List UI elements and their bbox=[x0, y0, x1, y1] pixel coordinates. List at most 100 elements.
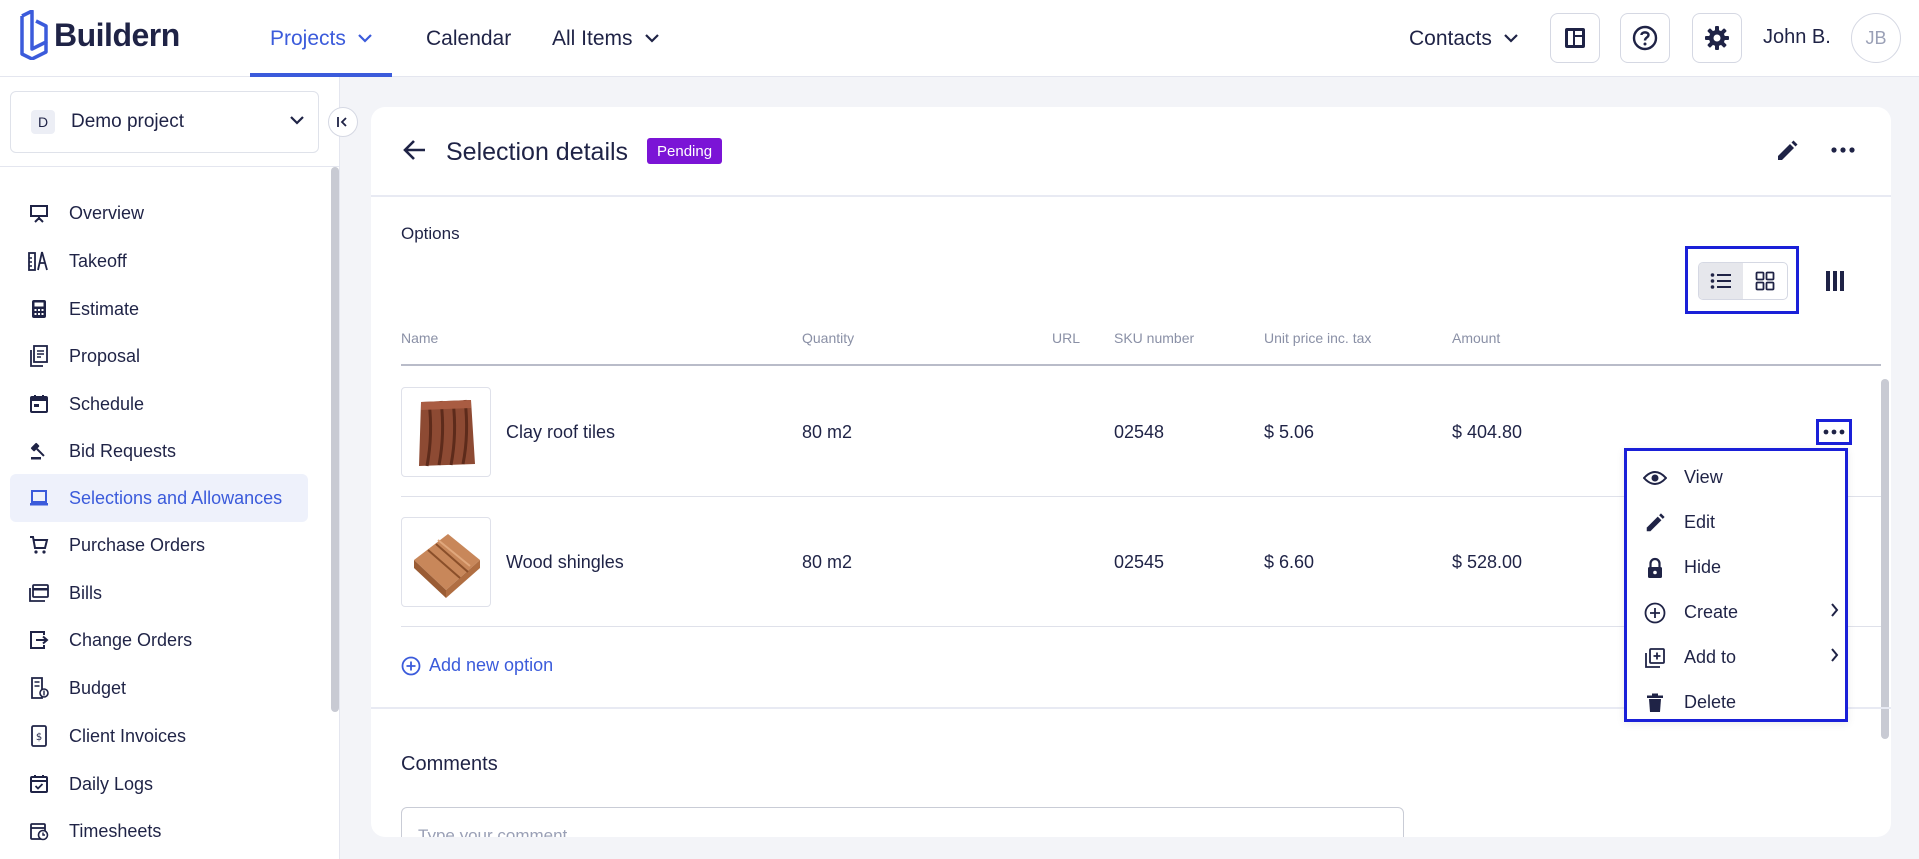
wood-shingles-image bbox=[414, 534, 480, 598]
top-navbar: Buildern Projects Calendar All Items Con… bbox=[0, 0, 1919, 77]
table-header-divider bbox=[401, 364, 1881, 366]
add-new-option-button[interactable]: Add new option bbox=[401, 655, 553, 676]
presentation-icon bbox=[28, 202, 50, 224]
product-thumbnail[interactable] bbox=[401, 387, 491, 477]
project-badge: D bbox=[31, 110, 55, 134]
option-unit-price: $ 6.60 bbox=[1264, 552, 1315, 572]
nav-contacts[interactable]: Contacts bbox=[1409, 0, 1518, 77]
buildern-logo[interactable]: Buildern bbox=[18, 10, 180, 60]
menu-item-label: Delete bbox=[1684, 692, 1737, 712]
more-horizontal-icon bbox=[1823, 429, 1845, 435]
edit-button[interactable] bbox=[1775, 139, 1799, 168]
sidebar-item-takeoff[interactable]: Takeoff bbox=[10, 237, 308, 285]
sidebar-item-label: Takeoff bbox=[69, 250, 127, 271]
change-orders-icon bbox=[28, 629, 50, 651]
project-name: Demo project bbox=[71, 111, 184, 132]
cart-icon bbox=[28, 534, 50, 556]
menu-item-create[interactable]: Create bbox=[1627, 590, 1845, 635]
nav-calendar[interactable]: Calendar bbox=[426, 0, 511, 77]
product-thumbnail[interactable] bbox=[401, 517, 491, 607]
sidebar-item-schedule[interactable]: Schedule bbox=[10, 380, 308, 428]
settings-button[interactable] bbox=[1692, 13, 1742, 63]
option-sku: 02545 bbox=[1114, 552, 1165, 572]
sidebar-item-label: Estimate bbox=[69, 298, 140, 319]
logo-icon bbox=[20, 10, 48, 60]
option-unit-price: $ 5.06 bbox=[1264, 422, 1315, 442]
comment-placeholder: Type your comment bbox=[418, 826, 568, 837]
pencil-icon bbox=[1778, 140, 1798, 160]
back-button[interactable] bbox=[403, 139, 427, 166]
column-header-amount[interactable]: Amount bbox=[1452, 330, 1500, 346]
sidebar-item-timesheets[interactable]: Timesheets bbox=[10, 807, 308, 855]
sidebar-divider bbox=[0, 166, 340, 167]
sidebar-item-change-orders[interactable]: Change Orders bbox=[10, 616, 308, 664]
collapse-icon bbox=[337, 117, 347, 127]
list-view-button[interactable] bbox=[1699, 263, 1743, 299]
chevron-right-icon bbox=[1830, 648, 1839, 667]
budget-icon bbox=[28, 677, 50, 699]
option-sku: 02548 bbox=[1114, 422, 1165, 442]
sidebar-item-label: Proposal bbox=[69, 345, 141, 366]
chevron-right-icon bbox=[1830, 603, 1839, 622]
columns-button[interactable] bbox=[1825, 270, 1845, 297]
sidebar-item-budget[interactable]: Budget bbox=[10, 664, 308, 712]
view-toggle-highlight bbox=[1685, 246, 1799, 314]
sidebar-item-label: Bid Requests bbox=[69, 440, 177, 461]
column-header-sku[interactable]: SKU number bbox=[1114, 330, 1194, 346]
menu-item-hide[interactable]: Hide bbox=[1627, 545, 1845, 590]
grid-view-button[interactable] bbox=[1743, 263, 1787, 299]
scrollbar-thumb[interactable] bbox=[1881, 379, 1889, 739]
more-options-button[interactable] bbox=[1831, 141, 1855, 159]
columns-icon bbox=[1826, 271, 1844, 291]
sidebar-item-overview[interactable]: Overview bbox=[10, 189, 308, 237]
collapse-sidebar-button[interactable] bbox=[328, 107, 358, 137]
nav-contacts-label: Contacts bbox=[1409, 26, 1492, 50]
column-header-name[interactable]: Name bbox=[401, 330, 438, 346]
plus-circle-icon bbox=[401, 656, 421, 675]
plus-circle-icon bbox=[1643, 601, 1667, 625]
status-badge: Pending bbox=[647, 138, 723, 164]
avatar-initials: JB bbox=[1865, 27, 1887, 48]
pencil-icon bbox=[1643, 511, 1667, 535]
help-button[interactable] bbox=[1620, 13, 1670, 63]
sidebar-item-selections[interactable]: Selections and Allowances bbox=[10, 474, 308, 522]
row-more-button[interactable] bbox=[1816, 419, 1852, 445]
settings-icon bbox=[1705, 26, 1729, 50]
sidebar-item-bills[interactable]: Bills bbox=[10, 569, 308, 617]
column-header-quantity[interactable]: Quantity bbox=[802, 330, 854, 346]
sidebar-scrollbar[interactable] bbox=[331, 167, 339, 712]
chevron-down-icon bbox=[644, 34, 659, 43]
sidebar-item-label: Overview bbox=[69, 202, 145, 223]
sidebar-item-bid-requests[interactable]: Bid Requests bbox=[10, 427, 308, 475]
user-name[interactable]: John B. bbox=[1763, 26, 1831, 49]
option-name: Wood shingles bbox=[506, 552, 624, 572]
dashboard-button[interactable] bbox=[1550, 13, 1600, 63]
sidebar-item-client-invoices[interactable]: $ Client Invoices bbox=[10, 712, 308, 760]
dashboard-icon bbox=[1565, 28, 1585, 48]
menu-item-label: Hide bbox=[1684, 557, 1722, 577]
sidebar-item-label: Bills bbox=[69, 582, 103, 603]
sidebar-item-daily-logs[interactable]: Daily Logs bbox=[10, 760, 308, 808]
nav-all-items[interactable]: All Items bbox=[552, 0, 659, 77]
comment-input[interactable]: Type your comment bbox=[401, 807, 1404, 837]
menu-item-add-to[interactable]: Add to bbox=[1627, 635, 1845, 680]
column-header-unit-price[interactable]: Unit price inc. tax bbox=[1264, 330, 1371, 346]
help-icon bbox=[1632, 25, 1658, 51]
menu-item-edit[interactable]: Edit bbox=[1627, 500, 1845, 545]
menu-item-delete[interactable]: Delete bbox=[1627, 680, 1845, 725]
avatar[interactable]: JB bbox=[1851, 13, 1901, 63]
sidebar: D Demo project Overview Takeoff Estimate… bbox=[0, 77, 340, 859]
sidebar-item-purchase-orders[interactable]: Purchase Orders bbox=[10, 521, 308, 569]
card-header: Selection details Pending bbox=[371, 107, 1891, 197]
sidebar-item-estimate[interactable]: Estimate bbox=[10, 285, 308, 333]
comments-title: Comments bbox=[401, 753, 498, 775]
menu-item-view[interactable]: View bbox=[1627, 455, 1845, 500]
project-selector[interactable]: D Demo project bbox=[10, 91, 319, 153]
sidebar-item-proposal[interactable]: Proposal bbox=[10, 332, 308, 380]
nav-projects[interactable]: Projects bbox=[250, 0, 392, 77]
option-name: Clay roof tiles bbox=[506, 422, 616, 442]
content-scrollbar[interactable] bbox=[1881, 199, 1889, 739]
grid-icon bbox=[1755, 271, 1775, 291]
column-header-url[interactable]: URL bbox=[1052, 330, 1080, 346]
options-section-title: Options bbox=[401, 224, 460, 243]
